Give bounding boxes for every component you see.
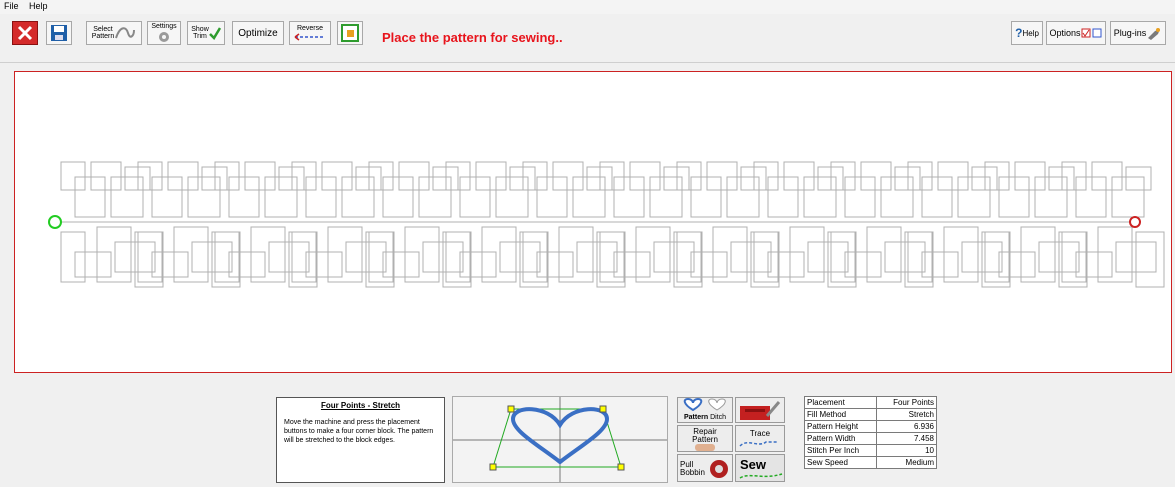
property-label: Pattern Width: [804, 432, 877, 445]
show-trim-label-1: Show: [191, 26, 209, 33]
trace-label: Trace: [749, 429, 771, 438]
reverse-label: Reverse: [296, 24, 324, 32]
property-row: Fill Method Stretch: [804, 408, 937, 421]
placement-info-panel: Four Points - Stretch Move the machine a…: [276, 397, 445, 483]
help-label: Help: [1022, 28, 1039, 38]
property-row: Pattern Height 6.936: [804, 420, 937, 433]
property-label: Placement: [804, 396, 877, 409]
menu-help[interactable]: Help: [25, 0, 52, 11]
property-row: Sew Speed Medium: [804, 456, 937, 469]
property-value[interactable]: 10: [876, 444, 937, 457]
toolbar-divider: [0, 62, 1175, 63]
property-label: Sew Speed: [804, 456, 877, 469]
plugins-label: Plug-ins: [1113, 28, 1147, 38]
select-pattern-button[interactable]: Select Pattern: [86, 21, 142, 45]
pattern-canvas[interactable]: [14, 71, 1172, 373]
question-icon: ?: [1015, 26, 1023, 40]
close-icon: [17, 25, 33, 41]
property-value[interactable]: Four Points: [876, 396, 937, 409]
settings-label: Settings: [151, 23, 177, 30]
pattern-ditch-toggle[interactable]: Pattern Ditch: [677, 397, 733, 423]
property-value[interactable]: Stretch: [876, 408, 937, 421]
trace-button[interactable]: Trace: [735, 425, 785, 452]
toolbox-icon: [740, 401, 781, 420]
four-point-placement-grid[interactable]: [452, 396, 668, 483]
show-trim-button[interactable]: Show Trim: [187, 21, 225, 45]
menu-bar: File Help: [0, 0, 1175, 14]
gear-icon: [159, 32, 169, 42]
settings-button[interactable]: Settings: [147, 21, 181, 45]
property-value[interactable]: 6.936: [876, 420, 937, 433]
status-message: Place the pattern for sewing..: [382, 30, 563, 45]
info-description: Move the machine and press the placement…: [284, 419, 434, 444]
lock-placement-button[interactable]: [337, 21, 363, 45]
show-trim-label-2: Trim: [193, 33, 207, 40]
quilt-pattern-preview: [48, 161, 1165, 288]
ditch-label: Ditch: [710, 414, 727, 421]
pull-bobbin-label-2: Bobbin: [680, 468, 705, 477]
reverse-button[interactable]: Reverse: [289, 21, 331, 45]
property-label: Pattern Height: [804, 420, 877, 433]
end-point-marker: [1129, 216, 1141, 228]
close-button[interactable]: [12, 21, 38, 45]
options-button[interactable]: Options: [1046, 21, 1106, 45]
lock-frame-icon: [341, 24, 359, 42]
trace-path-icon: [739, 441, 778, 447]
property-value[interactable]: 7.458: [876, 432, 937, 445]
optimize-button[interactable]: Optimize: [232, 21, 284, 45]
toolbar: Select Pattern Settings Show Trim Optimize…: [0, 14, 1175, 54]
save-button[interactable]: [46, 21, 72, 45]
plugins-button[interactable]: Plug-ins: [1110, 21, 1166, 45]
pull-bobbin-button[interactable]: Pull Bobbin: [677, 454, 733, 482]
save-icon: [51, 25, 67, 41]
property-value[interactable]: Medium: [876, 456, 937, 469]
info-title: Four Points - Stretch: [320, 401, 401, 410]
sew-label: Sew: [740, 457, 767, 472]
bandage-icon: [695, 444, 715, 451]
repair-label-2: Pattern: [692, 435, 718, 444]
hearts-icon: [683, 397, 726, 412]
pattern-icon: [115, 27, 136, 39]
property-row: Placement Four Points: [804, 396, 937, 409]
bobbin-icon: [710, 460, 728, 478]
property-row: Stitch Per Inch 10: [804, 444, 937, 457]
select-pattern-label-1: Select: [93, 26, 113, 33]
pattern-label: Pattern: [683, 414, 709, 421]
start-point-marker: [48, 215, 62, 229]
property-label: Fill Method: [804, 408, 877, 421]
checkbox-icon: [1081, 28, 1102, 38]
select-pattern-label-2: Pattern: [91, 33, 115, 40]
plugin-icon: [1148, 28, 1161, 40]
reverse-arrow-icon: [294, 32, 325, 41]
property-label: Stitch Per Inch: [804, 444, 877, 457]
checkmark-icon: [208, 27, 221, 40]
repair-pattern-button[interactable]: Repair Pattern: [677, 425, 733, 452]
menu-file[interactable]: File: [0, 0, 23, 11]
property-row: Pattern Width 7.458: [804, 432, 937, 445]
sew-stitch-icon: [739, 473, 783, 479]
options-label: Options: [1049, 28, 1081, 38]
toolbox-button[interactable]: [735, 397, 785, 423]
pattern-properties-table: Placement Four Points Fill Method Stretch Pa…: [804, 396, 937, 469]
help-button[interactable]: ? Help: [1011, 21, 1043, 45]
sew-button[interactable]: Sew: [735, 454, 785, 482]
